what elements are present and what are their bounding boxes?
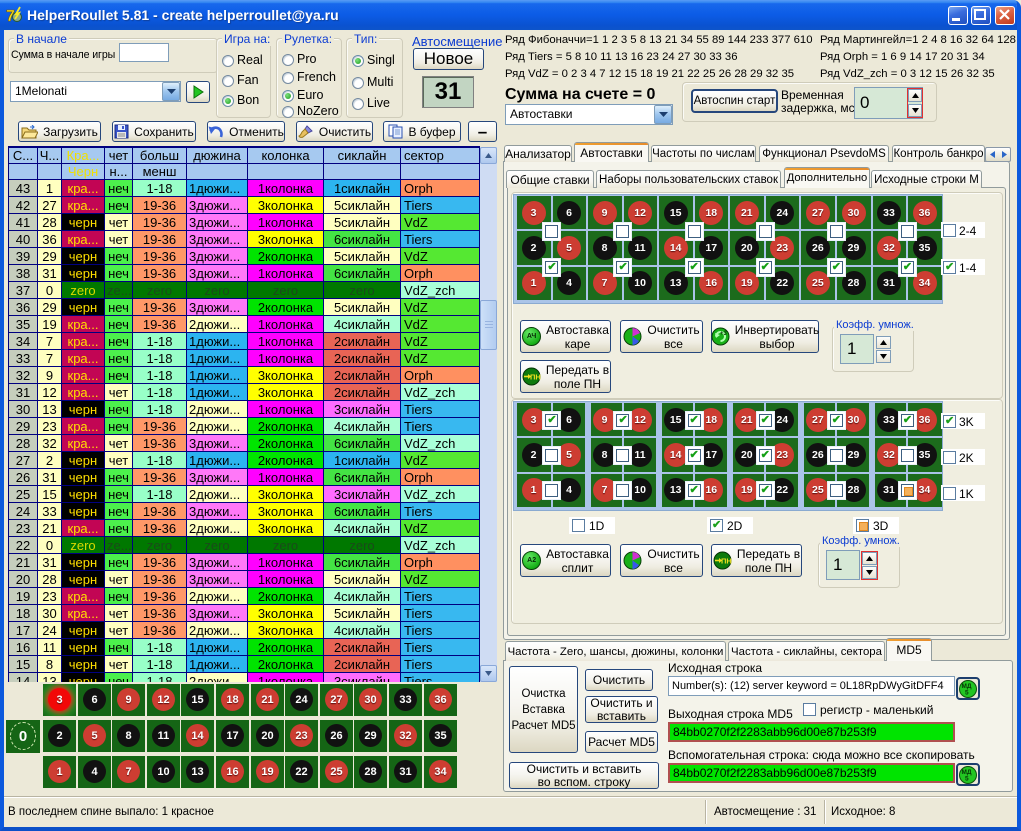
svg-text:+3: +3: [720, 331, 728, 337]
svg-text:5: 5: [965, 689, 969, 696]
svg-text:ПН: ПН: [721, 557, 732, 566]
svg-text:ПН: ПН: [530, 373, 541, 382]
svg-text:5: 5: [965, 775, 969, 782]
